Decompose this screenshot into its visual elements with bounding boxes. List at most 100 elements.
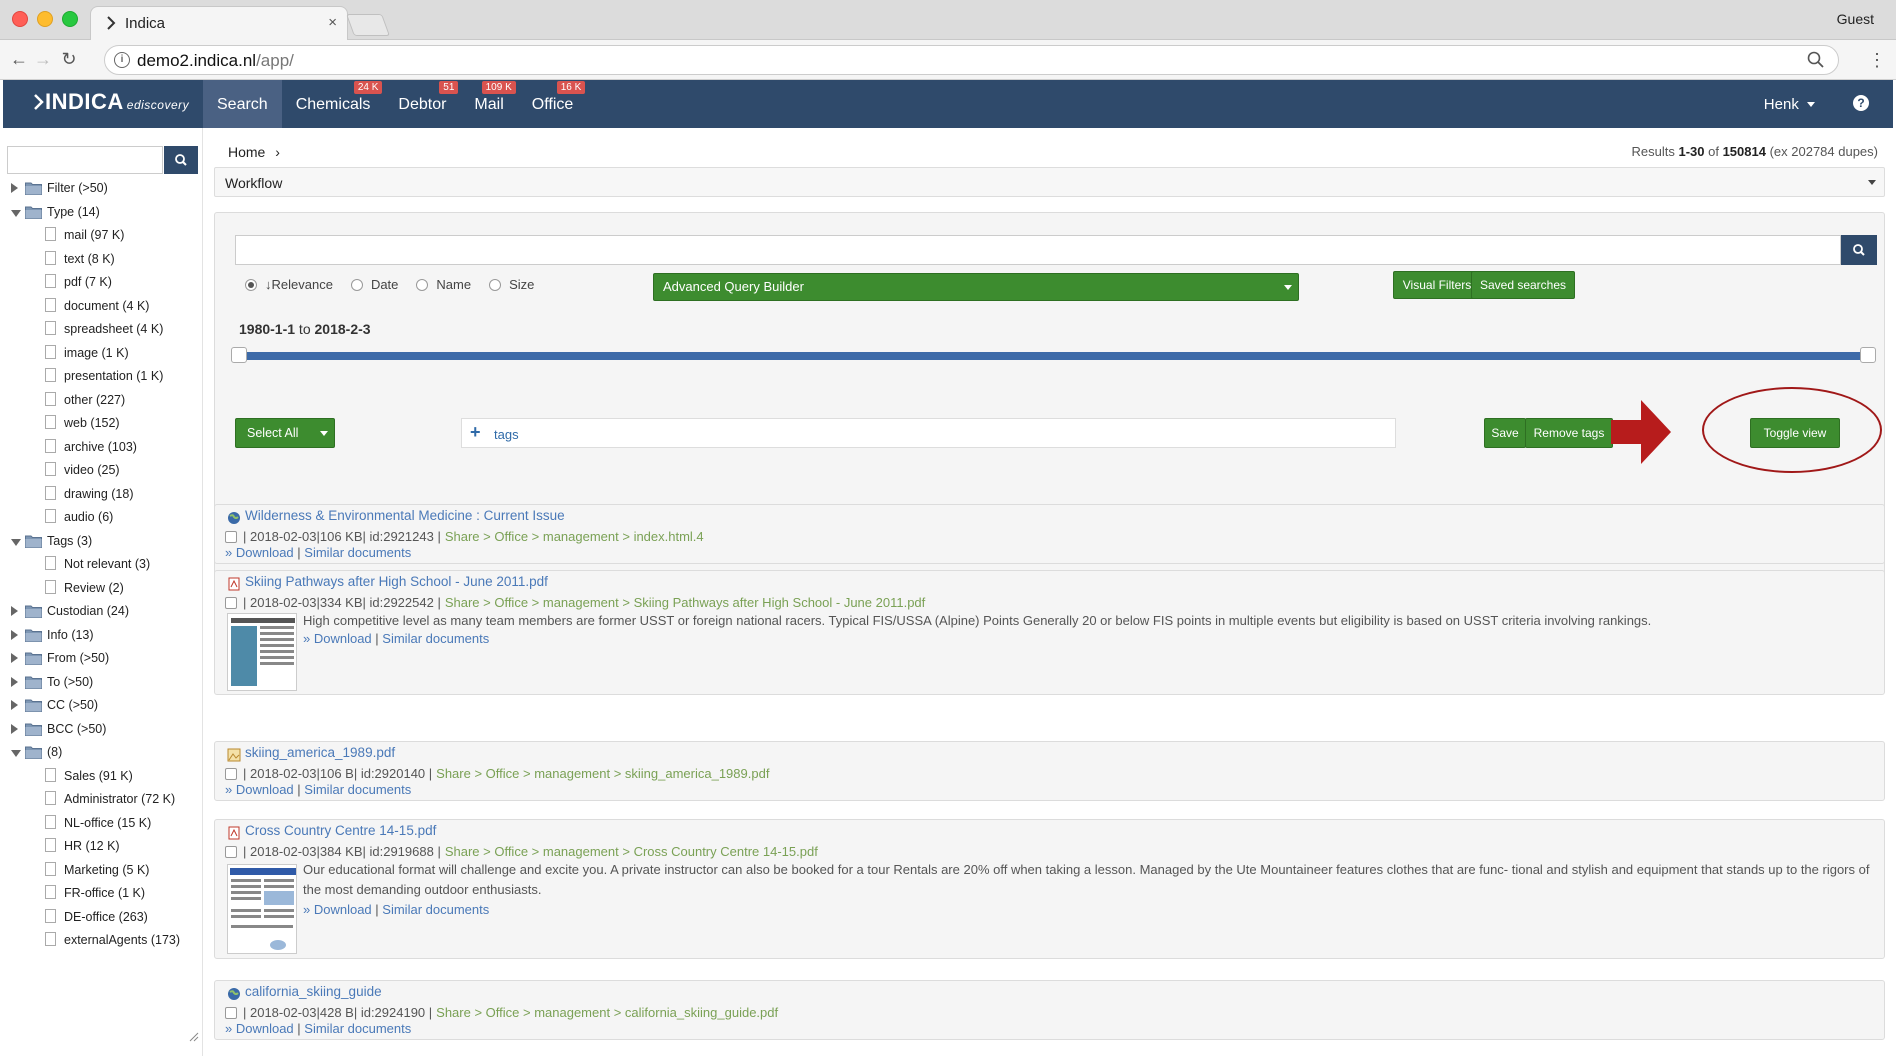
nav-chemicals[interactable]: Chemicals 24 K (282, 80, 385, 128)
result-path[interactable]: Share > Office > management > index.html… (445, 529, 704, 544)
indica-logo[interactable]: INDICA ediscovery (33, 89, 189, 115)
document-thumbnail[interactable] (227, 864, 297, 954)
tree-item-label: image (1 K) (64, 345, 129, 360)
advanced-query-builder-dropdown[interactable]: Advanced Query Builder (653, 273, 1299, 301)
result-path[interactable]: Share > Office > management > california… (436, 1005, 778, 1020)
site-info-icon[interactable]: i (114, 52, 130, 68)
workflow-dropdown[interactable]: Workflow (214, 167, 1885, 197)
date-slider-end-handle[interactable] (1860, 347, 1876, 363)
tree-item-label: text (8 K) (64, 251, 115, 266)
sort-name-label[interactable]: Name (436, 277, 471, 292)
saved-searches-button[interactable]: Saved searches (1471, 271, 1575, 299)
download-link[interactable]: » Download (303, 902, 372, 917)
result-checkbox[interactable] (225, 845, 237, 858)
result-title[interactable]: Cross Country Centre 14-15.pdf (245, 823, 436, 838)
sidebar-search-input[interactable] (7, 146, 163, 174)
add-tag-icon[interactable]: + (470, 422, 481, 443)
result-checkbox[interactable] (225, 1006, 237, 1019)
expand-right-icon[interactable] (11, 723, 18, 734)
maximize-window-button[interactable] (62, 11, 78, 27)
similar-documents-link[interactable]: Similar documents (382, 631, 489, 646)
back-icon[interactable]: ← (8, 48, 30, 70)
close-window-button[interactable] (12, 11, 28, 27)
query-search-button[interactable] (1841, 235, 1877, 265)
expand-right-icon[interactable] (11, 676, 18, 687)
result-path[interactable]: Share > Office > management > Skiing Pat… (445, 595, 925, 610)
expand-right-icon[interactable] (11, 629, 18, 640)
document-icon (45, 297, 56, 312)
tree-item-label: drawing (18) (64, 486, 134, 501)
reload-icon[interactable]: ↻ (58, 48, 80, 70)
remove-tags-button[interactable]: Remove tags (1525, 418, 1613, 448)
forward-icon[interactable]: → (32, 48, 54, 70)
sort-size-radio[interactable] (489, 278, 502, 291)
zoom-icon[interactable] (1806, 50, 1826, 70)
sort-size-label[interactable]: Size (509, 277, 534, 292)
sort-date-label[interactable]: Date (371, 277, 398, 292)
resize-handle-icon[interactable] (189, 1032, 199, 1042)
url-text[interactable]: demo2.indica.nl/app/ (137, 51, 294, 71)
download-link[interactable]: » Download (225, 1021, 294, 1036)
sort-relevance-radio[interactable] (245, 278, 257, 291)
folder-icon (25, 746, 42, 759)
profile-label[interactable]: Guest (1837, 11, 1874, 27)
result-checkbox[interactable] (225, 530, 237, 543)
sort-date-radio[interactable] (350, 278, 363, 291)
pdf-icon (228, 826, 240, 840)
visual-filters-button[interactable]: Visual Filters (1393, 271, 1481, 299)
download-link[interactable]: » Download (303, 631, 372, 646)
result-checkbox[interactable] (225, 767, 237, 780)
similar-documents-link[interactable]: Similar documents (304, 545, 411, 560)
toggle-view-button[interactable]: Toggle view (1750, 418, 1840, 448)
download-link[interactable]: » Download (225, 545, 294, 560)
result-path[interactable]: Share > Office > management > skiing_ame… (436, 766, 769, 781)
nav-office[interactable]: Office 16 K (518, 80, 588, 128)
nav-debtor[interactable]: Debtor 51 (384, 80, 460, 128)
result-title[interactable]: skiing_america_1989.pdf (245, 745, 395, 760)
nav-badge: 51 (439, 81, 459, 94)
expand-right-icon[interactable] (11, 653, 18, 663)
new-tab-button[interactable] (345, 14, 391, 36)
result-title[interactable]: Skiing Pathways after High School - June… (245, 574, 548, 589)
browser-menu-icon[interactable]: ⋮ (1868, 50, 1886, 70)
expand-right-icon[interactable] (11, 700, 18, 710)
document-thumbnail[interactable] (227, 613, 297, 691)
tags-input[interactable]: + tags (461, 418, 1396, 448)
help-icon[interactable]: ? (1853, 95, 1869, 111)
result-path[interactable]: Share > Office > management > Cross Coun… (445, 844, 818, 859)
result-meta: | 2018-02-03|384 KB| id:2919688 | Share >… (225, 844, 818, 859)
result-checkbox[interactable] (225, 596, 237, 609)
select-all-button[interactable]: Select All (235, 418, 335, 448)
result-title[interactable]: california_skiing_guide (245, 984, 382, 999)
url-bar[interactable]: i demo2.indica.nl/app/ (104, 45, 1839, 75)
result-meta: | 2018-02-03|106 KB| id:2921243 | Share >… (225, 529, 704, 544)
nav-mail[interactable]: Mail 109 K (460, 80, 517, 128)
sort-name-radio[interactable] (416, 278, 429, 291)
minimize-window-button[interactable] (37, 11, 53, 27)
result-title[interactable]: Wilderness & Environmental Medicine : Cu… (245, 508, 565, 523)
save-button[interactable]: Save (1484, 418, 1526, 448)
expand-down-icon[interactable] (11, 209, 21, 217)
download-link[interactable]: » Download (225, 782, 294, 797)
main-nav: Search Chemicals 24 K Debtor 51 Mail 109 K … (203, 80, 587, 128)
browser-tab[interactable]: Indica × (90, 6, 348, 40)
sidebar-search-button[interactable] (164, 146, 198, 174)
document-icon (45, 368, 56, 382)
expand-down-icon[interactable] (11, 538, 21, 546)
expand-right-icon[interactable] (11, 183, 18, 193)
query-input[interactable] (235, 235, 1841, 265)
user-menu[interactable]: Henk (1764, 96, 1815, 113)
date-range-slider-track[interactable] (235, 352, 1873, 360)
breadcrumb-home[interactable]: Home (228, 144, 265, 160)
expand-right-icon[interactable] (11, 606, 18, 616)
similar-documents-link[interactable]: Similar documents (304, 782, 411, 797)
document-icon (45, 438, 56, 453)
tab-close-icon[interactable]: × (328, 14, 337, 31)
date-slider-start-handle[interactable] (231, 347, 247, 363)
similar-documents-link[interactable]: Similar documents (304, 1021, 411, 1036)
expand-down-icon[interactable] (11, 750, 21, 757)
nav-search[interactable]: Search (203, 80, 282, 128)
caret-down-icon[interactable] (320, 431, 328, 436)
sort-relevance-label[interactable]: ↓Relevance (265, 277, 333, 292)
similar-documents-link[interactable]: Similar documents (382, 902, 489, 917)
